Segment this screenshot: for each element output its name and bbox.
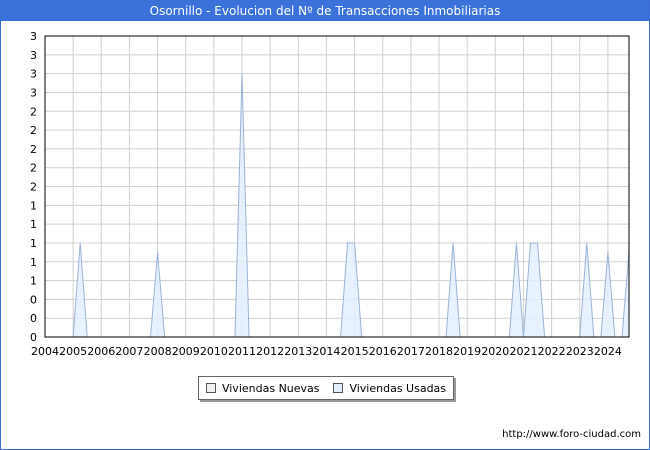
chart-legend: Viviendas Nuevas Viviendas Usadas [198,376,454,400]
x-tick-label: 2009 [172,345,200,358]
x-tick-label: 2020 [481,345,509,358]
legend-item-nuevas: Viviendas Nuevas [205,381,320,395]
y-tick-label: 3 [30,68,37,81]
source-url[interactable]: http://www.foro-ciudad.com [502,429,641,440]
x-tick-label: 2019 [453,345,481,358]
legend-swatch-nuevas [205,383,216,393]
y-tick-label: 2 [30,162,37,175]
x-tick-label: 2023 [566,345,594,358]
x-tick-label: 2014 [312,345,340,358]
y-tick-label: 1 [30,199,37,212]
y-tick-label: 0 [30,293,37,306]
x-tick-label: 2011 [228,345,256,358]
x-tick-label: 2021 [509,345,537,358]
y-tick-label: 3 [30,49,37,62]
x-tick-label: 2008 [144,345,172,358]
y-tick-label: 2 [30,124,37,137]
y-tick-label: 0 [30,312,37,325]
y-tick-label: 2 [30,105,37,118]
y-tick-label: 1 [30,218,37,231]
x-tick-label: 2018 [425,345,453,358]
x-tick-label: 2015 [341,345,369,358]
y-tick-label: 1 [30,256,37,269]
x-tick-label: 2004 [31,345,59,358]
x-tick-label: 2010 [200,345,228,358]
y-tick-label: 3 [30,30,37,43]
x-tick-label: 2007 [115,345,143,358]
y-tick-label: 2 [30,143,37,156]
x-tick-label: 2017 [397,345,425,358]
y-tick-label: 3 [30,86,37,99]
y-tick-label: 2 [30,181,37,194]
x-tick-label: 2013 [284,345,312,358]
legend-item-usadas: Viviendas Usadas [333,382,446,395]
x-tick-label: 2022 [538,345,566,358]
legend-label-nuevas: Viviendas Nuevas [221,381,320,395]
y-tick-label: 1 [30,237,37,250]
x-tick-label: 2005 [59,345,87,358]
y-tick-label: 1 [30,275,37,288]
x-tick-label: 2006 [87,345,115,358]
legend-swatch-usadas [333,383,344,393]
y-tick-label: 0 [30,331,37,344]
x-tick-label: 2016 [369,345,397,358]
legend-label-usadas: Viviendas Usadas [349,381,447,395]
x-tick-label: 2024 [594,345,622,358]
x-tick-label: 2012 [256,345,284,358]
